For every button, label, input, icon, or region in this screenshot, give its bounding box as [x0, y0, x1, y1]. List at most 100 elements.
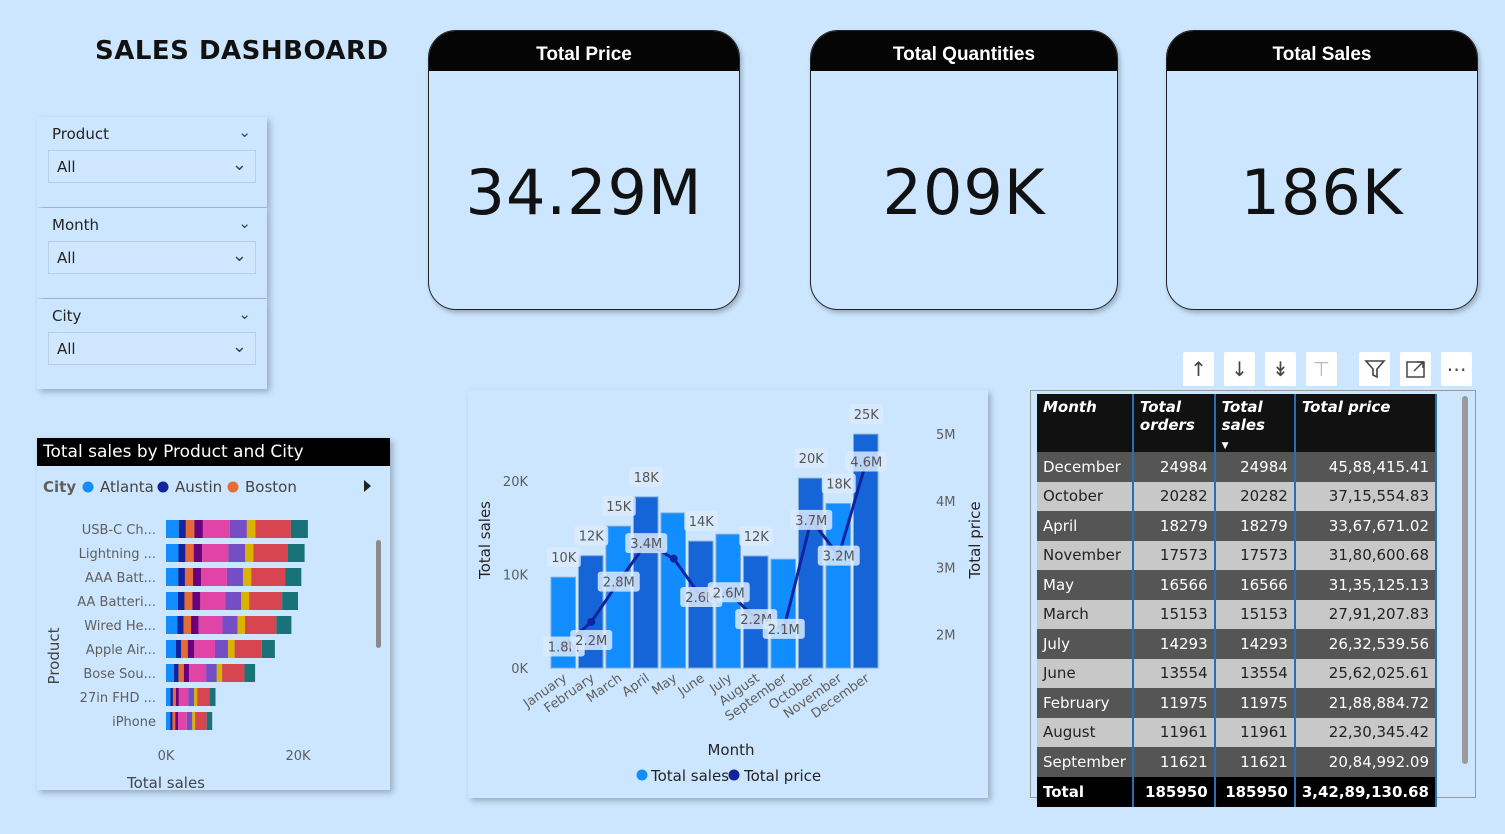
- table-row[interactable]: August 11961 11961 22,30,345.42: [1037, 717, 1438, 747]
- expand-hierarchy-icon[interactable]: ⊤: [1306, 352, 1337, 386]
- bar-segment[interactable]: [237, 616, 246, 634]
- bar-segment[interactable]: [175, 640, 182, 658]
- bar-segment[interactable]: [178, 520, 186, 538]
- month-dropdown[interactable]: All ⌄: [48, 241, 256, 274]
- bar-segment[interactable]: [184, 592, 193, 610]
- drill-down-icon[interactable]: ↓: [1224, 352, 1255, 386]
- bar-segment[interactable]: [192, 712, 196, 730]
- slicer-product[interactable]: Product ⌄ All ⌄: [37, 117, 267, 207]
- table-row[interactable]: March 15153 15153 27,91,207.83: [1037, 599, 1438, 629]
- bar-segment[interactable]: [172, 712, 176, 730]
- more-options-icon[interactable]: ⋯: [1441, 352, 1472, 386]
- bar-segment[interactable]: [166, 520, 179, 538]
- table-row[interactable]: April 18279 18279 33,67,671.02: [1037, 511, 1438, 541]
- slicer-city[interactable]: City ⌄ All ⌄: [37, 299, 267, 389]
- bar-segment[interactable]: [177, 616, 184, 634]
- bar-segment[interactable]: [202, 520, 230, 538]
- bar-segment[interactable]: [181, 640, 188, 658]
- bar-segment[interactable]: [215, 640, 229, 658]
- bar-segment[interactable]: [166, 592, 178, 610]
- bar-segment[interactable]: [194, 520, 203, 538]
- product-dropdown[interactable]: All ⌄: [48, 150, 256, 183]
- bar-segment[interactable]: [202, 544, 229, 562]
- legend-item-boston[interactable]: Boston: [245, 478, 297, 496]
- filter-icon[interactable]: [1359, 352, 1390, 386]
- chevron-down-icon[interactable]: ⌄: [232, 336, 247, 357]
- bar-segment[interactable]: [287, 544, 305, 562]
- bar-segment[interactable]: [174, 664, 179, 682]
- bar-segment[interactable]: [185, 520, 195, 538]
- bar-segment[interactable]: [193, 568, 202, 586]
- sales-by-product-city-chart[interactable]: Total sales by Product and City City Atl…: [37, 438, 390, 790]
- table-row[interactable]: September 11621 11621 20,84,992.09: [1037, 747, 1438, 777]
- bar-segment[interactable]: [290, 520, 308, 538]
- bar-segment[interactable]: [222, 616, 238, 634]
- table-row[interactable]: December 24984 24984 45,88,415.41: [1037, 452, 1438, 482]
- table-row[interactable]: February 11975 11975 21,88,884.72: [1037, 688, 1438, 718]
- bar-segment[interactable]: [255, 520, 291, 538]
- slicer-month[interactable]: Month ⌄ All ⌄: [37, 208, 267, 298]
- bar-segment[interactable]: [187, 640, 195, 658]
- bar-segment[interactable]: [282, 592, 298, 610]
- kpi-total-quantities[interactable]: Total Quantities 209K: [810, 30, 1118, 310]
- collapse-chevron-icon[interactable]: ⌄: [238, 214, 251, 232]
- line-point[interactable]: [587, 617, 596, 626]
- bar-segment[interactable]: [229, 520, 247, 538]
- table-row[interactable]: November 17573 17573 31,80,600.68: [1037, 540, 1438, 570]
- bar-segment[interactable]: [175, 688, 179, 706]
- bar-segment[interactable]: [191, 616, 199, 634]
- legend-item-total-sales[interactable]: Total sales: [650, 767, 729, 785]
- bar-segment[interactable]: [193, 544, 203, 562]
- table-row[interactable]: May 16566 16566 31,35,125.13: [1037, 570, 1438, 600]
- bar-segment[interactable]: [166, 640, 176, 658]
- table-row[interactable]: October 20282 20282 37,15,554.83: [1037, 481, 1438, 511]
- bar-segment[interactable]: [244, 664, 256, 682]
- bar-segment[interactable]: [261, 640, 275, 658]
- bar-segment[interactable]: [170, 688, 173, 706]
- month-summary-table[interactable]: Month Total orders Total sales ▼ Total pr…: [1030, 390, 1476, 807]
- bar-segment[interactable]: [225, 592, 242, 610]
- bar-segment[interactable]: [285, 568, 302, 586]
- column-header-total-price[interactable]: Total price: [1294, 394, 1438, 452]
- table-row[interactable]: June 13554 13554 25,62,025.61: [1037, 658, 1438, 688]
- bar-segment[interactable]: [184, 568, 194, 586]
- expand-next-level-icon[interactable]: ↡: [1265, 352, 1296, 386]
- bar-segment[interactable]: [234, 640, 262, 658]
- bar-segment[interactable]: [222, 664, 245, 682]
- legend-item-austin[interactable]: Austin: [175, 478, 222, 496]
- bar-segment[interactable]: [172, 688, 176, 706]
- bar-segment[interactable]: [170, 712, 173, 730]
- bar-segment[interactable]: [166, 664, 175, 682]
- bar-segment[interactable]: [201, 568, 227, 586]
- bar-segment[interactable]: [216, 664, 223, 682]
- bar-segment[interactable]: [166, 568, 179, 586]
- bar-segment[interactable]: [198, 616, 223, 634]
- table-scrollbar[interactable]: [1462, 396, 1468, 764]
- bar-segment[interactable]: [178, 688, 189, 706]
- drill-up-icon[interactable]: ↑: [1183, 352, 1214, 386]
- bar-segment[interactable]: [241, 592, 250, 610]
- bar-segment[interactable]: [253, 544, 288, 562]
- bar-segment[interactable]: [189, 664, 207, 682]
- bar-segment[interactable]: [166, 544, 179, 562]
- bar-segment[interactable]: [206, 712, 213, 730]
- bar-segment[interactable]: [188, 688, 195, 706]
- chevron-down-icon[interactable]: ⌄: [232, 154, 247, 175]
- sort-desc-icon[interactable]: ▼: [1222, 441, 1229, 451]
- bar-segment[interactable]: [177, 592, 185, 610]
- bar-segment[interactable]: [175, 712, 179, 730]
- bar-segment[interactable]: [197, 688, 210, 706]
- bar-segment[interactable]: [186, 712, 193, 730]
- bar[interactable]: [798, 477, 824, 669]
- bar-segment[interactable]: [194, 688, 198, 706]
- bar-segment[interactable]: [206, 664, 217, 682]
- column-header-total-sales[interactable]: Total sales ▼: [1214, 394, 1296, 452]
- scrollbar-thumb[interactable]: [376, 540, 381, 648]
- bar-segment[interactable]: [183, 616, 192, 634]
- bar-segment[interactable]: [226, 568, 244, 586]
- bar-segment[interactable]: [228, 544, 246, 562]
- bar-segment[interactable]: [245, 544, 254, 562]
- bar-segment[interactable]: [276, 616, 292, 634]
- collapse-chevron-icon[interactable]: ⌄: [238, 305, 251, 323]
- bar-segment[interactable]: [178, 568, 185, 586]
